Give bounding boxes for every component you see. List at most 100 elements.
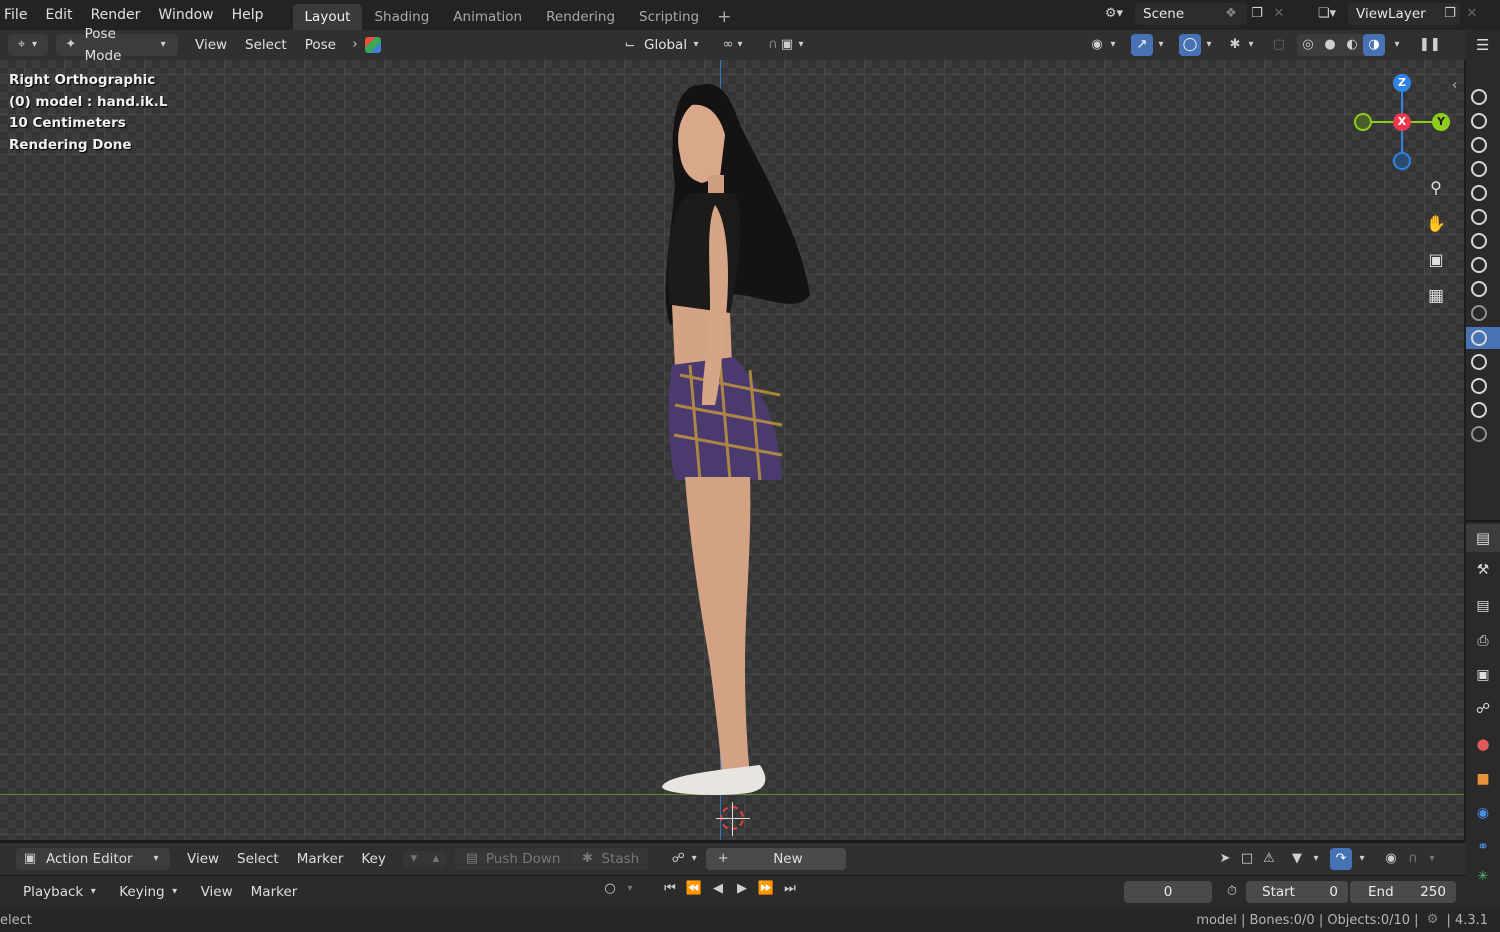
- pin-icon[interactable]: ❖: [1223, 6, 1239, 22]
- render-visibility-icon[interactable]: [1471, 402, 1487, 418]
- render-tab-icon[interactable]: ▤: [1466, 588, 1500, 624]
- overlay-toggle[interactable]: ◯ ▾: [1179, 34, 1217, 56]
- menu-view[interactable]: View: [192, 881, 242, 903]
- chevron-down-icon[interactable]: ▾: [1354, 851, 1370, 867]
- play-icon[interactable]: ▶: [730, 881, 754, 897]
- menu-select[interactable]: Select: [238, 34, 294, 56]
- render-visibility-icon[interactable]: [1471, 185, 1487, 201]
- armature-data-icon[interactable]: [364, 37, 381, 53]
- menu-marker[interactable]: Marker: [288, 848, 353, 870]
- stopwatch-icon[interactable]: ⏱: [1224, 884, 1240, 900]
- render-visibility-icon[interactable]: [1471, 113, 1487, 129]
- rendered-shading-icon[interactable]: ◑: [1363, 34, 1385, 56]
- render-visibility-icon[interactable]: [1471, 281, 1487, 297]
- visibility-selector[interactable]: ◉ ▾: [1087, 34, 1123, 56]
- zoom-button[interactable]: ⚲: [1424, 176, 1448, 200]
- delete-viewlayer-icon[interactable]: ✕: [1464, 6, 1480, 22]
- playback-menu[interactable]: Playback ▾: [14, 881, 110, 903]
- falloff-icon[interactable]: ∩: [1402, 851, 1424, 867]
- collapse-chevron-icon[interactable]: ‹: [1452, 78, 1457, 93]
- tab-rendering[interactable]: Rendering: [534, 4, 627, 30]
- chevron-down-icon[interactable]: ▾: [1308, 851, 1324, 867]
- view-layer-tab-icon[interactable]: ▣: [1466, 658, 1500, 692]
- menu-view[interactable]: View: [188, 34, 234, 56]
- modifier-tab-icon[interactable]: ◉: [1466, 796, 1500, 830]
- warning-icon[interactable]: ⚠: [1258, 851, 1280, 867]
- editor-type-button[interactable]: ⌖ ▾: [8, 34, 48, 56]
- tab-animation[interactable]: Animation: [441, 4, 534, 30]
- new-viewlayer-icon[interactable]: ❐: [1442, 6, 1458, 22]
- jump-end-icon[interactable]: ⏭: [778, 881, 802, 897]
- render-visibility-icon[interactable]: [1471, 354, 1487, 370]
- proportional-edit-icon[interactable]: ◉: [1380, 851, 1402, 867]
- scene-icon[interactable]: ⚙▾: [1097, 6, 1131, 22]
- menu-file[interactable]: File: [0, 1, 36, 29]
- stash-button[interactable]: ✱ Stash: [570, 848, 649, 870]
- menu-help[interactable]: Help: [223, 1, 273, 29]
- layer-up-icon[interactable]: ▴: [425, 851, 447, 867]
- box-select-icon[interactable]: □: [1236, 851, 1258, 867]
- render-visibility-icon[interactable]: [1471, 257, 1487, 273]
- gizmo-z-positive[interactable]: Z: [1393, 74, 1411, 92]
- orientation-selector[interactable]: ⌙ Global ▾: [615, 34, 711, 56]
- mode-selector[interactable]: ✦ Pose Mode ▾: [56, 26, 178, 64]
- menu-pose[interactable]: Pose: [298, 34, 343, 56]
- tool-tab-icon[interactable]: ⚒: [1466, 552, 1500, 588]
- properties-toggle-icon[interactable]: ▤: [1466, 524, 1500, 552]
- delete-scene-icon[interactable]: ✕: [1271, 6, 1287, 22]
- snap-controls[interactable]: ∩ ▣ ▾: [759, 34, 815, 56]
- pan-hand-icon[interactable]: ✋: [1424, 212, 1448, 236]
- output-tab-icon[interactable]: ⎙: [1466, 624, 1500, 658]
- new-action-button[interactable]: + New: [706, 848, 847, 870]
- render-visibility-icon[interactable]: [1471, 330, 1487, 346]
- menu-view[interactable]: View: [178, 848, 228, 870]
- filter-icon[interactable]: ▼: [1286, 851, 1308, 867]
- bone-overlay-toggle[interactable]: ✱ ▾: [1227, 37, 1259, 53]
- gizmo-y-positive[interactable]: Y: [1432, 113, 1450, 131]
- render-visibility-icon[interactable]: [1471, 378, 1487, 394]
- menu-window[interactable]: Window: [149, 1, 222, 29]
- 3d-cursor[interactable]: [716, 802, 750, 836]
- navigation-gizmo[interactable]: Z X Y: [1352, 72, 1452, 172]
- play-reverse-icon[interactable]: ◀: [706, 881, 730, 897]
- constraint-tab-icon[interactable]: ⚭: [1466, 830, 1500, 864]
- gizmo-y-negative[interactable]: [1354, 113, 1372, 131]
- add-workspace-button[interactable]: +: [711, 4, 737, 30]
- character-figure[interactable]: [630, 65, 830, 840]
- push-down-button[interactable]: ▤ Push Down: [454, 848, 570, 870]
- keying-menu[interactable]: Keying ▾: [110, 881, 191, 903]
- action-browse[interactable]: ☍ ▾: [670, 851, 702, 867]
- render-visibility-icon[interactable]: [1471, 426, 1487, 442]
- next-keyframe-icon[interactable]: ⏩: [754, 881, 778, 897]
- tab-layout[interactable]: Layout: [292, 4, 363, 30]
- menu-marker[interactable]: Marker: [242, 881, 307, 903]
- material-shading-icon[interactable]: ◐: [1341, 34, 1363, 56]
- camera-view-icon[interactable]: ▣: [1424, 248, 1448, 272]
- select-cursor-icon[interactable]: ➤: [1214, 851, 1236, 867]
- menu-key[interactable]: Key: [352, 848, 394, 870]
- chevron-down-icon[interactable]: ▾: [1389, 37, 1405, 53]
- solid-shading-icon[interactable]: ●: [1319, 34, 1341, 56]
- menu-edit[interactable]: Edit: [36, 1, 81, 29]
- pivot-selector[interactable]: ∞ ▾: [715, 34, 753, 56]
- jump-start-icon[interactable]: ⏮: [658, 881, 682, 897]
- prev-keyframe-icon[interactable]: ⏪: [682, 881, 706, 897]
- 3d-viewport[interactable]: Right Orthographic (0) model : hand.ik.L…: [0, 60, 1464, 840]
- viewlayer-icon[interactable]: ❏▾: [1310, 6, 1344, 22]
- outliner-icon[interactable]: ☰: [1476, 36, 1489, 54]
- chevron-right-icon[interactable]: ›: [347, 37, 363, 53]
- object-tab-icon[interactable]: ■: [1466, 762, 1500, 796]
- auto-keying-icon[interactable]: ○: [598, 881, 622, 897]
- end-frame-field[interactable]: End 250: [1350, 881, 1456, 903]
- new-scene-icon[interactable]: ❐: [1249, 6, 1265, 22]
- menu-select[interactable]: Select: [228, 848, 288, 870]
- data-tab-icon[interactable]: ✳: [1466, 864, 1500, 890]
- current-frame-field[interactable]: 0: [1124, 881, 1212, 903]
- gizmo-toggle[interactable]: ↗ ▾: [1131, 34, 1169, 56]
- scene-tab-icon[interactable]: ☍: [1466, 692, 1500, 726]
- layer-down-icon[interactable]: ▾: [403, 851, 425, 867]
- tab-scripting[interactable]: Scripting: [627, 4, 711, 30]
- ortho-grid-icon[interactable]: ▦: [1424, 284, 1448, 308]
- render-visibility-icon[interactable]: [1471, 89, 1487, 105]
- chevron-down-icon[interactable]: ▾: [622, 881, 638, 897]
